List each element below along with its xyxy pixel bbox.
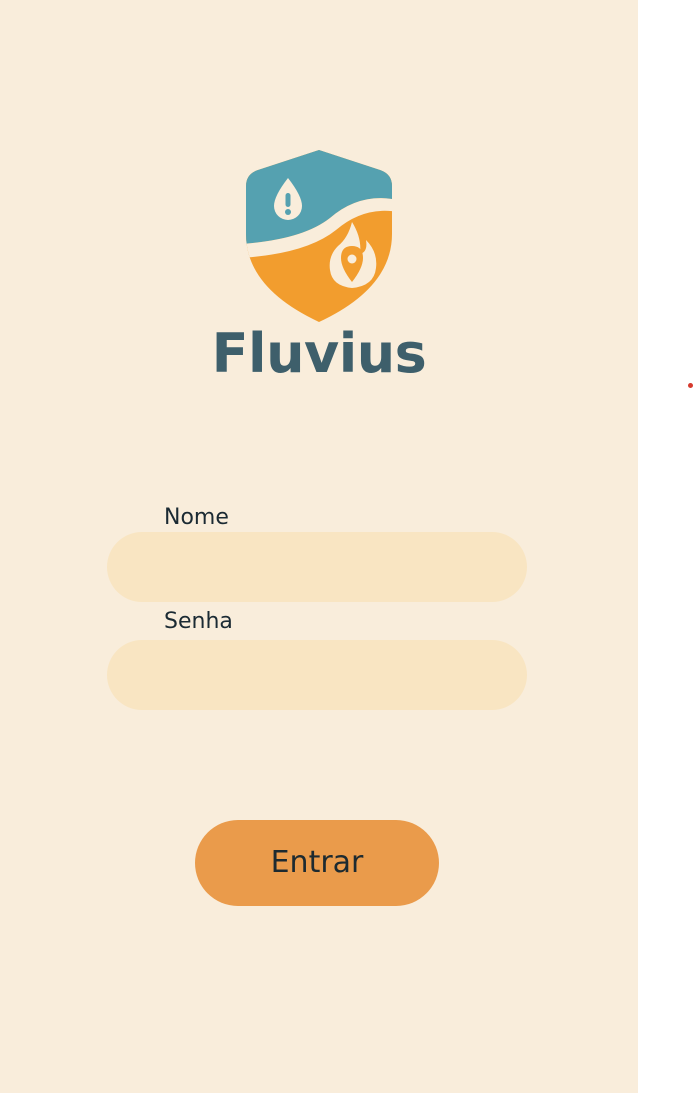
login-screen: Fluvius Nome Senha Entrar <box>0 0 638 1093</box>
red-dot-marker <box>688 383 693 388</box>
login-button[interactable]: Entrar <box>195 820 439 906</box>
brand-title: Fluvius <box>211 322 427 385</box>
password-input[interactable] <box>107 640 527 710</box>
fluvius-logo-shield-icon <box>246 150 392 322</box>
name-label: Nome <box>164 505 229 530</box>
password-label: Senha <box>164 609 233 634</box>
name-input[interactable] <box>107 532 527 602</box>
